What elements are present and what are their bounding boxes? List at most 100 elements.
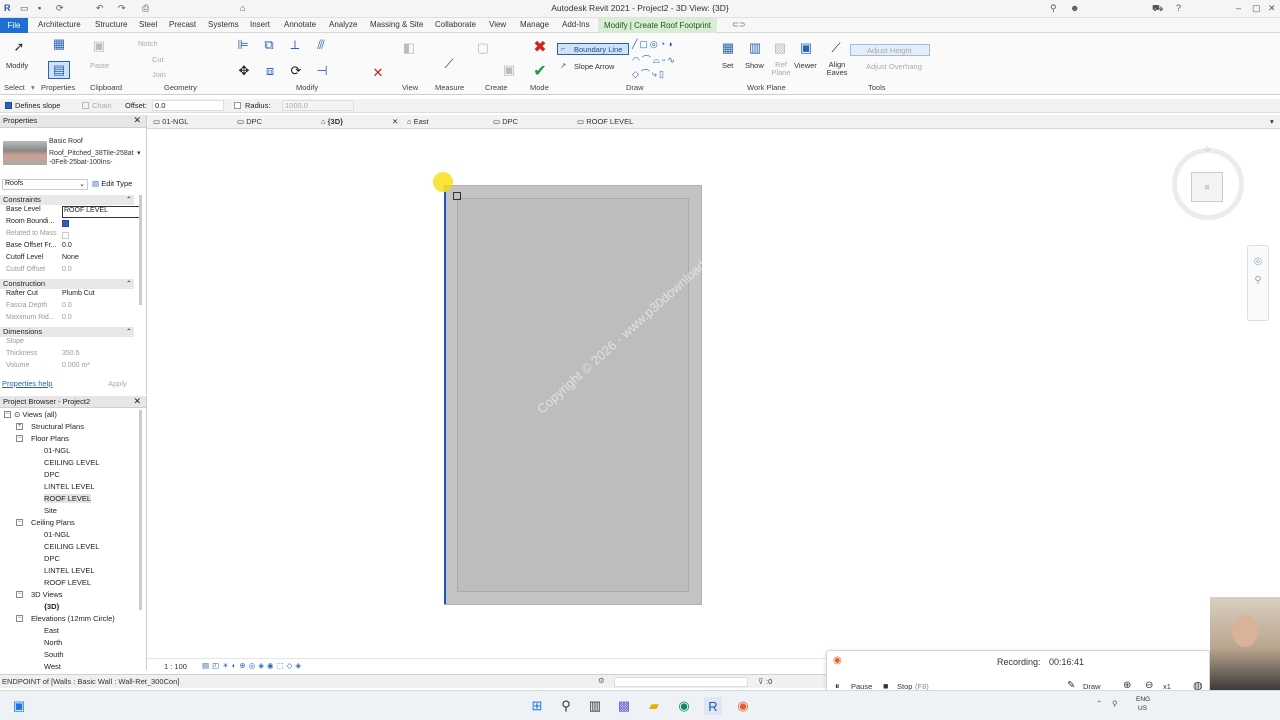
- join-button[interactable]: Join: [152, 70, 166, 79]
- align-eaves-button[interactable]: Align Eaves: [826, 61, 848, 77]
- tray-chevron-icon[interactable]: ⌃: [1096, 699, 1102, 708]
- properties-scrollbar[interactable]: [139, 195, 142, 305]
- boundary-line-sketch[interactable]: [444, 192, 446, 604]
- show-icon[interactable]: ▥: [745, 38, 765, 58]
- tab-file[interactable]: File: [0, 18, 28, 33]
- chat-icon[interactable]: ▩: [615, 697, 633, 715]
- edit-type-button[interactable]: ▤ Edit Type: [92, 179, 140, 190]
- tree-elevation-north[interactable]: North: [44, 638, 62, 647]
- collapse-icon[interactable]: −: [4, 411, 11, 418]
- view-tab-01-ngl[interactable]: ▭ 01-NGL: [153, 117, 188, 126]
- create-similar-icon[interactable]: ▣: [500, 61, 518, 79]
- offset-input[interactable]: 0.0: [152, 100, 224, 111]
- tree-3d-views[interactable]: 3D Views: [31, 590, 63, 599]
- type-name[interactable]: Roof_Pitched_38Tile-258at-0Felt-25bat-10…: [49, 149, 135, 167]
- tree-structural-plans[interactable]: Structural Plans: [31, 422, 84, 431]
- prop-value[interactable]: ROOF LEVEL: [62, 206, 140, 218]
- expand-icon[interactable]: +: [16, 423, 23, 430]
- trim-icon[interactable]: ⊣: [312, 61, 332, 81]
- cancel-edit-mode-icon[interactable]: ✖: [530, 37, 550, 57]
- cut-button[interactable]: Cut: [152, 55, 164, 64]
- project-browser-close-icon[interactable]: ✕: [133, 396, 141, 407]
- tab-analyze[interactable]: Analyze: [329, 20, 357, 29]
- cart-icon[interactable]: ⛟: [1152, 3, 1163, 15]
- tray-network-icon[interactable]: ⚲: [1112, 699, 1118, 708]
- draw-shapes-row2-icon[interactable]: ◠⌒⌓ᵕ∿: [632, 53, 677, 66]
- view-tab-3d[interactable]: ⌂ {3D}: [321, 117, 343, 126]
- mirror-draw-icon[interactable]: ⫻: [312, 37, 330, 53]
- rotate-icon[interactable]: ⟳: [286, 61, 306, 81]
- tree-floor-plan-roof-level[interactable]: ROOF LEVEL: [44, 494, 92, 503]
- steering-wheel-icon[interactable]: ◎: [1248, 256, 1268, 267]
- search-taskbar-icon[interactable]: ⚲: [557, 697, 575, 715]
- viewcube-home-icon[interactable]: ⌂: [1205, 144, 1210, 153]
- view-tab-dpc[interactable]: ▭ DPC: [237, 117, 262, 126]
- radius-input[interactable]: 1000.0: [282, 100, 354, 111]
- delete-icon[interactable]: ✕: [372, 65, 384, 80]
- tree-elevation-west[interactable]: West: [44, 662, 61, 671]
- prop-base-level[interactable]: Base Level ROOF LEVEL: [0, 206, 140, 218]
- prop-cutoff-level[interactable]: Cutoff Level None: [0, 254, 140, 266]
- tree-floor-plan-dpc[interactable]: DPC: [44, 470, 60, 479]
- tab-architecture[interactable]: Architecture: [38, 20, 81, 29]
- tree-elevation-south[interactable]: South: [44, 650, 64, 659]
- edge-browser-icon[interactable]: ◉: [675, 697, 693, 715]
- viewer-button[interactable]: Viewer: [794, 61, 817, 70]
- search-icon[interactable]: ⚲: [1050, 3, 1057, 14]
- view-tab-dpc-2[interactable]: ▭ DPC: [493, 117, 518, 126]
- view-control-icons[interactable]: ▤◰☀◐⊕◎◈◉⬚◇◈: [202, 661, 304, 670]
- category-filter-dropdown[interactable]: Roofs ⌄: [2, 179, 88, 190]
- dimensions-section[interactable]: Dimensions ⌃: [0, 327, 134, 337]
- view-scale[interactable]: 1 : 100: [164, 662, 187, 671]
- select-panel-label[interactable]: Select: [4, 83, 25, 92]
- task-view-icon[interactable]: ▥: [586, 697, 604, 715]
- tree-ceiling-plans[interactable]: Ceiling Plans: [31, 518, 75, 527]
- tab-annotate[interactable]: Annotate: [284, 20, 316, 29]
- tree-ceiling-plan-roof-level[interactable]: ROOF LEVEL: [44, 578, 91, 587]
- tree-ceiling-plan-ceiling-level[interactable]: CEILING LEVEL: [44, 542, 99, 551]
- view-tab-roof-level[interactable]: ▭ ROOF LEVEL: [577, 117, 633, 126]
- tree-floor-plans[interactable]: Floor Plans: [31, 434, 69, 443]
- file-explorer-icon[interactable]: ▰: [645, 697, 663, 715]
- tab-systems[interactable]: Systems: [208, 20, 239, 29]
- draw-shapes-row3-icon[interactable]: ◇⌒⤷▯: [632, 67, 666, 80]
- viewcube[interactable]: ⊞: [1191, 172, 1223, 202]
- tree-ceiling-plan-dpc[interactable]: DPC: [44, 554, 60, 563]
- prop-value[interactable]: 0.0: [62, 242, 140, 254]
- collapse-icon[interactable]: −: [16, 519, 23, 526]
- chain-checkbox[interactable]: [82, 102, 89, 109]
- room-bounding-checkbox[interactable]: [62, 218, 140, 230]
- tree-views-all[interactable]: ⊙ Views (all): [14, 410, 57, 419]
- tree-3d-view-default[interactable]: {3D}: [44, 602, 59, 611]
- notch-button[interactable]: Notch: [138, 39, 158, 48]
- user-icon[interactable]: ☻: [1070, 3, 1079, 13]
- design-options-dropdown[interactable]: [614, 677, 748, 687]
- select-dropdown-icon[interactable]: ▾: [31, 83, 35, 92]
- tree-elevation-east[interactable]: East: [44, 626, 59, 635]
- tab-precast[interactable]: Precast: [169, 20, 196, 29]
- browser-scrollbar[interactable]: [139, 410, 142, 610]
- properties-close-icon[interactable]: ✕: [133, 115, 141, 126]
- prop-room-bounding[interactable]: Room Boundi...: [0, 218, 140, 230]
- tree-floor-plan-01-ngl[interactable]: 01-NGL: [44, 446, 70, 455]
- align-icon[interactable]: ⊫: [234, 37, 252, 53]
- tree-ceiling-plan-lintel-level[interactable]: LINTEL LEVEL: [44, 566, 95, 575]
- view-tab-east[interactable]: ⌂ East: [407, 117, 429, 126]
- prop-rafter-cut[interactable]: Rafter Cut Plumb Cut: [0, 290, 140, 302]
- tree-floor-plan-ceiling-level[interactable]: CEILING LEVEL: [44, 458, 99, 467]
- set-button[interactable]: Set: [722, 61, 733, 70]
- tab-manage[interactable]: Manage: [520, 20, 549, 29]
- finish-edit-mode-icon[interactable]: ✔: [530, 61, 550, 81]
- tab-massing-site[interactable]: Massing & Site: [370, 20, 423, 29]
- align-eaves-icon[interactable]: ⟋: [826, 38, 846, 58]
- constraints-section[interactable]: Constraints ⌃: [0, 195, 134, 205]
- defines-slope-checkbox[interactable]: [5, 102, 12, 109]
- zoom-icon[interactable]: ⚲: [1248, 275, 1268, 286]
- desktop-icon[interactable]: ▣: [10, 697, 28, 715]
- show-button[interactable]: Show: [745, 61, 764, 70]
- drawing-canvas[interactable]: Copyright © 2026 - www.p30download.com ⊞…: [147, 130, 1280, 658]
- modify-cursor-icon[interactable]: ➚: [10, 38, 28, 56]
- collapse-icon[interactable]: −: [16, 591, 23, 598]
- tab-collaborate[interactable]: Collaborate: [435, 20, 476, 29]
- collapse-icon[interactable]: −: [16, 615, 23, 622]
